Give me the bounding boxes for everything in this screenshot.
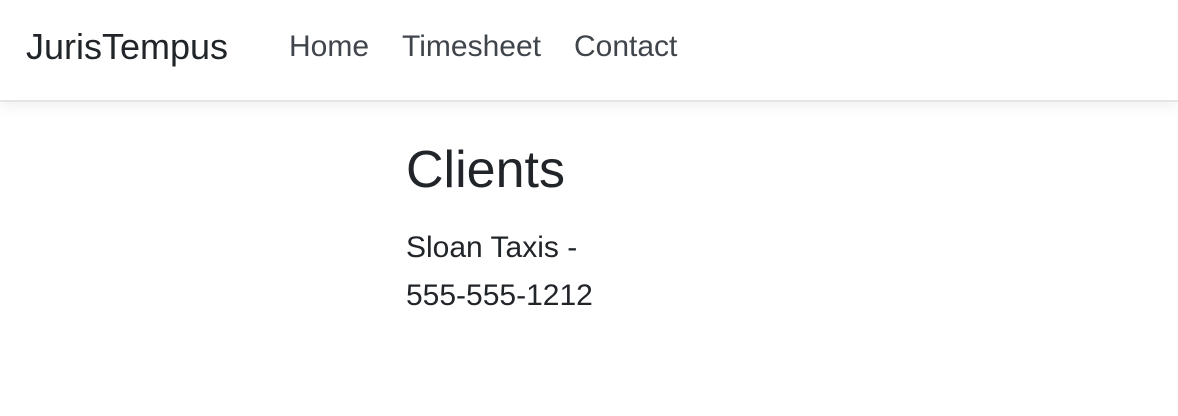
nav-home-link[interactable]: Home	[289, 28, 369, 66]
client-list-item: Sloan Taxis - 555-555-1212	[406, 224, 1178, 320]
client-phone: 555-555-1212	[406, 279, 593, 312]
client-name: Sloan Taxis -	[406, 231, 578, 264]
page-title: Clients	[406, 141, 565, 199]
nav-contact-link[interactable]: Contact	[574, 28, 677, 66]
nav-timesheet-link[interactable]: Timesheet	[402, 28, 541, 66]
top-navbar: JurisTempus Home Timesheet Contact	[0, 0, 1178, 102]
main-content: Clients Sloan Taxis - 555-555-1212	[406, 138, 1178, 320]
brand-link[interactable]: JurisTempus	[26, 27, 228, 67]
main-nav: Home Timesheet Contact	[289, 28, 710, 66]
